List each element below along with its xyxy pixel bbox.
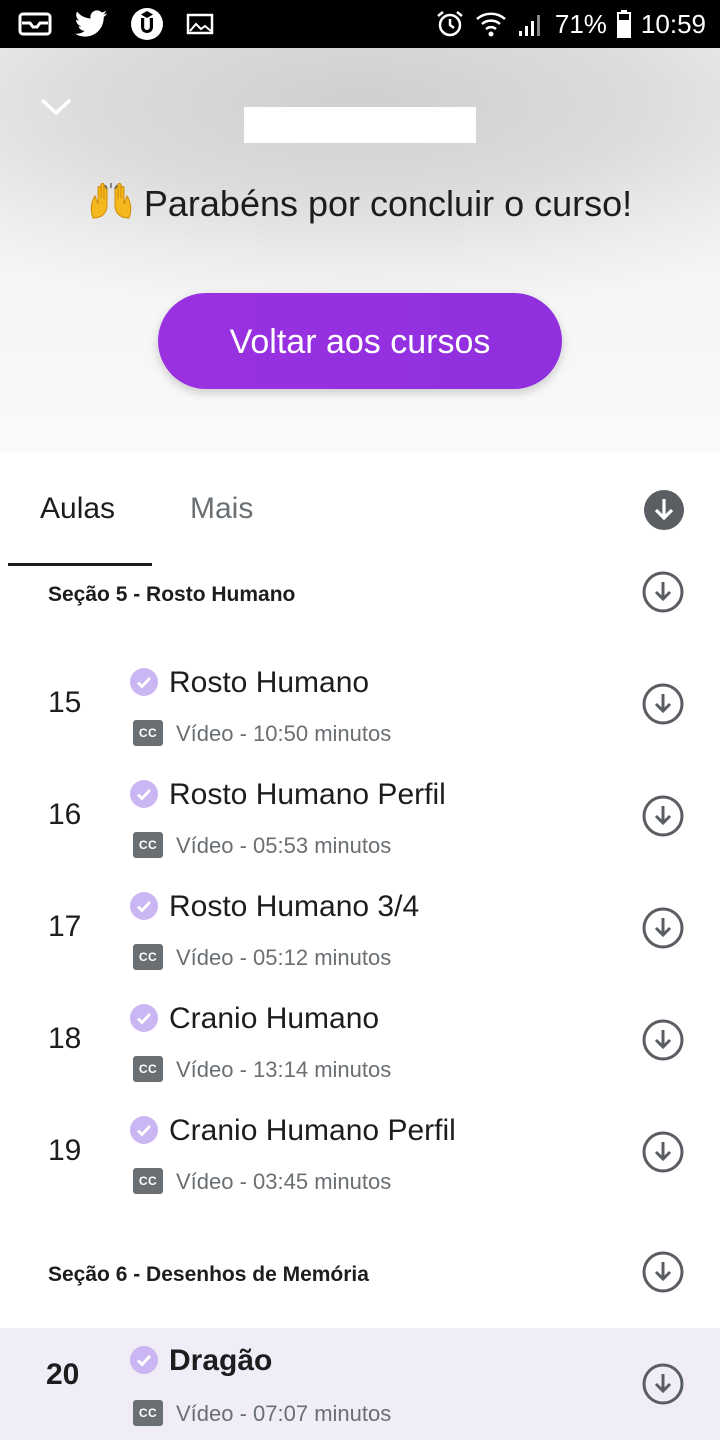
lesson-number: 19 <box>48 1134 82 1167</box>
closed-captions-icon: CC <box>133 832 163 858</box>
lesson-meta: Vídeo - 05:53 minutos <box>176 833 392 858</box>
wifi-icon <box>475 9 507 39</box>
section-title: Seção 5 - Rosto Humano <box>48 583 296 606</box>
lesson-title: Rosto Humano Perfil <box>169 778 446 811</box>
lesson-title: Rosto Humano 3/4 <box>169 890 420 923</box>
lesson-meta: Vídeo - 07:07 minutos <box>176 1401 392 1426</box>
congrats-text: Parabéns por concluir o curso! <box>143 183 633 224</box>
download-section-icon[interactable] <box>642 571 684 613</box>
lesson-row[interactable]: 15 Rosto Humano CC Vídeo - 10:50 minutos <box>0 656 720 768</box>
lesson-meta: Vídeo - 05:12 minutos <box>176 945 392 970</box>
download-lesson-icon[interactable] <box>642 1363 684 1405</box>
lesson-meta: Vídeo - 10:50 minutos <box>176 721 392 746</box>
lesson-number: 16 <box>48 798 82 831</box>
battery-percent: 71% <box>554 8 607 39</box>
clock: 10:59 <box>640 8 706 39</box>
course-complete-header: Parabéns por concluir o curso! Voltar ao… <box>0 48 720 452</box>
congrats-message: Parabéns por concluir o curso! <box>0 182 720 225</box>
back-to-courses-button[interactable]: Voltar aos cursos <box>158 293 562 389</box>
lesson-tabs: Aulas Mais <box>0 452 720 566</box>
status-bar: 71% 10:59 <box>0 0 720 48</box>
closed-captions-icon: CC <box>133 1400 163 1426</box>
closed-captions-icon: CC <box>133 1168 163 1194</box>
course-title-placeholder <box>244 107 476 143</box>
lesson-title: Cranio Humano Perfil <box>169 1114 456 1147</box>
lesson-row[interactable]: 16 Rosto Humano Perfil CC Vídeo - 05:53 … <box>0 768 720 880</box>
section-header: Seção 6 - Desenhos de Memória <box>0 1246 720 1326</box>
completed-check-icon[interactable] <box>130 892 158 920</box>
mail-icon <box>18 11 52 37</box>
udemy-icon <box>130 7 164 41</box>
download-lesson-icon[interactable] <box>642 795 684 837</box>
lesson-title: Rosto Humano <box>169 666 370 699</box>
tab-aulas[interactable]: Aulas <box>40 492 115 526</box>
lesson-row[interactable]: 18 Cranio Humano CC Vídeo - 13:14 minuto… <box>0 992 720 1104</box>
lesson-number: 20 <box>46 1358 80 1391</box>
image-icon <box>186 12 214 36</box>
download-lesson-icon[interactable] <box>642 1019 684 1061</box>
collapse-chevron-down-icon[interactable] <box>38 92 74 120</box>
signal-icon <box>517 11 545 37</box>
raising-hands-emoji-icon <box>88 182 134 222</box>
closed-captions-icon: CC <box>133 720 163 746</box>
download-all-icon[interactable] <box>643 489 685 531</box>
download-lesson-icon[interactable] <box>642 907 684 949</box>
section-title: Seção 6 - Desenhos de Memória <box>48 1263 369 1286</box>
twitter-icon <box>74 10 108 38</box>
lesson-meta: Vídeo - 13:14 minutos <box>176 1057 392 1082</box>
lesson-title: Cranio Humano <box>169 1002 380 1035</box>
lesson-number: 15 <box>48 686 82 719</box>
completed-check-icon[interactable] <box>130 1116 158 1144</box>
lesson-title: Dragão <box>169 1344 273 1377</box>
closed-captions-icon: CC <box>133 1056 163 1082</box>
download-lesson-icon[interactable] <box>642 683 684 725</box>
completed-check-icon[interactable] <box>130 668 158 696</box>
lesson-meta: Vídeo - 03:45 minutos <box>176 1169 392 1194</box>
closed-captions-icon: CC <box>133 944 163 970</box>
lesson-number: 17 <box>48 910 82 943</box>
lesson-number: 18 <box>48 1022 82 1055</box>
download-section-icon[interactable] <box>642 1251 684 1293</box>
lesson-row[interactable]: 17 Rosto Humano 3/4 CC Vídeo - 05:12 min… <box>0 880 720 992</box>
lesson-row-current[interactable]: 20 Dragão CC Vídeo - 07:07 minutos <box>0 1328 720 1440</box>
battery-icon <box>616 10 631 38</box>
completed-check-icon[interactable] <box>130 1346 158 1374</box>
download-lesson-icon[interactable] <box>642 1131 684 1173</box>
lesson-row[interactable]: 19 Cranio Humano Perfil CC Vídeo - 03:45… <box>0 1104 720 1216</box>
section-header: Seção 5 - Rosto Humano <box>0 566 720 646</box>
tab-mais[interactable]: Mais <box>190 492 253 526</box>
alarm-icon <box>435 9 465 39</box>
completed-check-icon[interactable] <box>130 780 158 808</box>
completed-check-icon[interactable] <box>130 1004 158 1032</box>
